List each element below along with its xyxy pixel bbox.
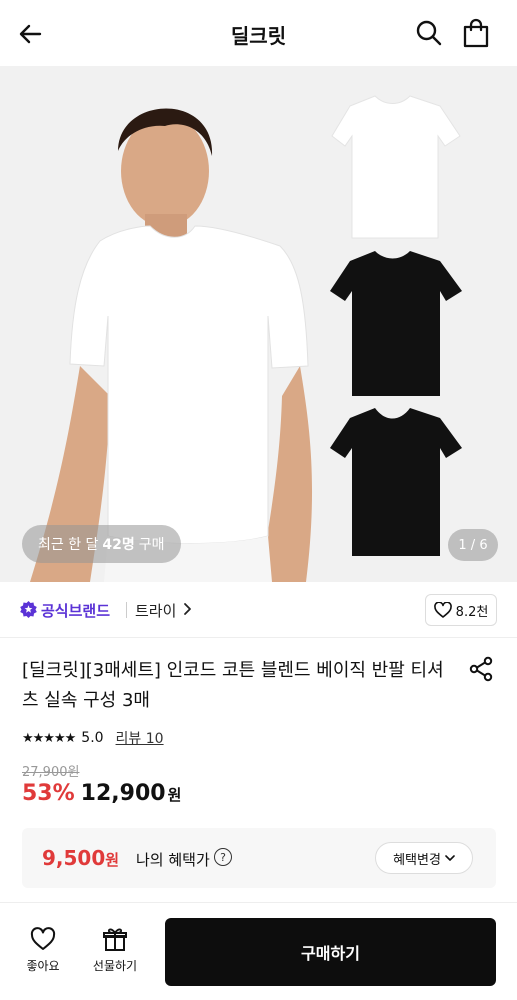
product-title: [딜크릿][3매세트] 인코드 코튼 블렌드 베이직 반팔 티셔츠 실속 구성 …	[22, 660, 444, 711]
shopping-bag-icon[interactable]	[461, 17, 491, 49]
heart-icon	[30, 927, 56, 950]
divider	[126, 602, 127, 618]
like-count: 8.2천	[455, 604, 489, 620]
info-icon[interactable]: ?	[214, 848, 232, 866]
rating-stars: ★★★★★	[22, 730, 76, 746]
recent-suffix: 구매	[138, 537, 165, 553]
original-price: 27,900원	[22, 765, 80, 780]
chevron-right-icon[interactable]	[183, 602, 193, 616]
price-row: 53% 12,900 원	[22, 781, 181, 806]
official-brand-label: 공식브랜드	[41, 602, 111, 620]
top-header: 딜크릿	[0, 0, 517, 66]
image-page-indicator: 1 / 6	[448, 529, 498, 561]
like-button[interactable]: 좋아요	[13, 925, 73, 974]
search-icon[interactable]	[414, 18, 444, 48]
heart-icon	[433, 602, 452, 618]
my-benefit-label: 나의 혜택가	[136, 851, 210, 869]
brand-row: 공식브랜드 트라이 8.2천	[0, 582, 517, 638]
sale-price: 12,900	[80, 781, 166, 806]
recent-count: 42명	[102, 537, 135, 553]
gift-label: 선물하기	[92, 959, 138, 973]
brand-link[interactable]: 트라이	[135, 600, 176, 621]
review-link[interactable]: 리뷰 10	[116, 728, 164, 748]
star-badge-icon	[20, 601, 37, 618]
recent-purchase-badge: 최근 한 달 42명 구매	[22, 525, 181, 563]
price-unit: 원	[167, 786, 182, 804]
chevron-down-icon	[445, 855, 455, 861]
buy-button[interactable]: 구매하기	[165, 918, 496, 986]
benefit-unit: 원	[105, 851, 120, 869]
share-icon[interactable]	[468, 656, 494, 682]
gift-icon	[103, 928, 127, 951]
product-image-carousel[interactable]: 최근 한 달 42명 구매 1 / 6	[0, 66, 517, 582]
benefit-change-button[interactable]: 혜택변경	[375, 842, 473, 874]
gift-button[interactable]: 선물하기	[85, 925, 145, 974]
benefit-price: 9,500원	[42, 846, 119, 870]
discount-rate: 53%	[22, 781, 75, 806]
like-label: 좋아요	[26, 959, 60, 973]
bottom-action-bar: 좋아요 선물하기 구매하기	[0, 902, 517, 1000]
rating-score: 5.0	[81, 730, 104, 746]
benefit-box: 9,500원 나의 혜택가 ? 혜택변경	[22, 828, 496, 888]
brand-like-button[interactable]: 8.2천	[425, 594, 497, 626]
rating-row: ★★★★★ 5.0 리뷰 10	[22, 728, 164, 748]
change-label: 혜택변경	[393, 852, 441, 868]
product-photo	[0, 66, 517, 582]
recent-prefix: 최근 한 달	[38, 537, 99, 553]
benefit-amount: 9,500	[42, 846, 106, 870]
